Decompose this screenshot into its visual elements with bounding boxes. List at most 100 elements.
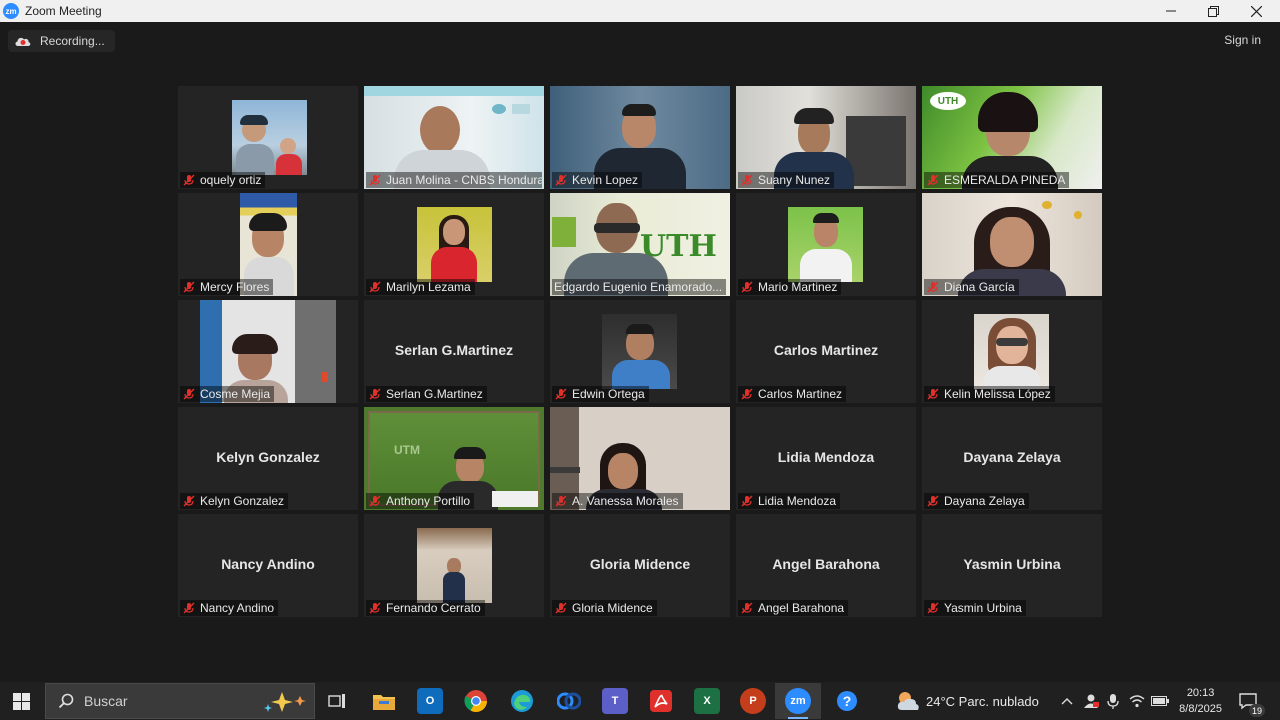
board-logo: UTM — [394, 443, 420, 457]
participant-tile[interactable]: Kelin Melissa López — [922, 300, 1102, 403]
hair — [626, 324, 654, 334]
participant-tile[interactable]: Serlan G.Martinez Serlan G.Martinez — [364, 300, 544, 403]
sign-in-link[interactable]: Sign in — [1224, 33, 1261, 47]
shirt — [612, 360, 670, 389]
participant-tile[interactable]: Angel Barahona Angel Barahona — [736, 514, 916, 617]
participant-tile[interactable]: Dayana Zelaya Dayana Zelaya — [922, 407, 1102, 510]
windows-start-icon[interactable] — [13, 693, 30, 710]
restore-button[interactable] — [1191, 0, 1235, 22]
participant-tile[interactable]: Edwin Ortega — [550, 300, 730, 403]
muted-mic-icon — [555, 388, 567, 400]
muted-mic-icon — [927, 281, 939, 293]
participant-tile[interactable]: Carlos Martinez Carlos Martinez — [736, 300, 916, 403]
muted-mic-icon — [369, 495, 381, 507]
participant-name: Nancy Andino — [200, 601, 275, 615]
participant-tile[interactable]: A. Vanessa Morales — [550, 407, 730, 510]
child-shirt — [276, 154, 302, 175]
glasses — [594, 223, 640, 233]
network-tray[interactable] — [1129, 682, 1145, 720]
participant-tile[interactable]: Yasmin Urbina Yasmin Urbina — [922, 514, 1102, 617]
participant-tile[interactable]: oquely ortiz — [178, 86, 358, 189]
edge-icon[interactable] — [509, 688, 535, 714]
participant-name: Diana García — [944, 280, 1015, 294]
participant-tile[interactable]: Diana García — [922, 193, 1102, 296]
weather-text: 24°C Parc. nublado — [926, 693, 1039, 709]
candle — [322, 372, 328, 382]
participant-tile[interactable]: Gloria Midence Gloria Midence — [550, 514, 730, 617]
participant-tile[interactable]: Marilyn Lezama — [364, 193, 544, 296]
chrome-icon[interactable] — [463, 688, 489, 714]
participant-video — [417, 528, 492, 603]
participant-name-label: Fernando Cerrato — [366, 600, 485, 616]
child-face — [280, 138, 296, 154]
participant-name-label: Edgardo Eugenio Enamorado... — [552, 279, 727, 295]
cloud-record-icon — [15, 37, 31, 46]
participant-tile[interactable]: Fernando Cerrato — [364, 514, 544, 617]
hair — [454, 447, 486, 459]
participant-display-name: Carlos Martinez — [773, 342, 879, 358]
muted-mic-icon — [183, 281, 195, 293]
wifi-icon — [1129, 695, 1145, 708]
participant-tile[interactable]: Lidia Mendoza Lidia Mendoza — [736, 407, 916, 510]
participant-display-name: Yasmin Urbina — [963, 556, 1061, 572]
webex-icon[interactable] — [556, 688, 582, 714]
clock-time: 20:13 — [1186, 687, 1215, 699]
muted-mic-icon — [555, 495, 567, 507]
minimize-button[interactable] — [1149, 0, 1193, 22]
file-explorer-icon[interactable] — [371, 688, 397, 714]
microphone-icon — [1107, 694, 1119, 709]
muted-mic-icon — [927, 388, 939, 400]
participant-tile[interactable]: Mario Martinez — [736, 193, 916, 296]
notification-center[interactable]: 19 — [1238, 682, 1265, 720]
participant-display-name: Kelyn Gonzalez — [216, 449, 320, 465]
weather-widget[interactable]: 24°C Parc. nublado — [896, 682, 1039, 720]
participant-tile[interactable]: Kevin Lopez — [550, 86, 730, 189]
participant-display-name: Gloria Midence — [589, 556, 691, 572]
acrobat-icon[interactable] — [648, 688, 674, 714]
active-speaker-tile[interactable]: UTH Edgardo Eugenio Enamorado... — [550, 193, 730, 296]
participant-tile[interactable]: Mercy Flores — [178, 193, 358, 296]
microphone-tray[interactable] — [1107, 682, 1119, 720]
participant-name: Dayana Zelaya — [944, 494, 1025, 508]
participant-name-label: Mercy Flores — [180, 279, 274, 295]
banner-stripe — [364, 86, 544, 96]
active-app-indicator — [788, 717, 808, 719]
zoom-taskbar-icon[interactable]: zm — [785, 688, 811, 714]
face — [443, 219, 465, 245]
taskbar-search[interactable]: Buscar — [45, 683, 315, 719]
show-hidden-icons[interactable] — [1061, 682, 1073, 720]
participant-name: Edwin Ortega — [572, 387, 645, 401]
powerpoint-icon[interactable]: P — [740, 688, 766, 714]
dress — [431, 247, 477, 282]
participant-tile[interactable]: Cosme Mejia — [178, 300, 358, 403]
participant-name: Angel Barahona — [758, 601, 845, 615]
people-tray-icon — [1084, 694, 1099, 708]
system-clock[interactable]: 20:13 8/8/2025 — [1179, 685, 1222, 717]
shirt — [800, 249, 852, 282]
participant-name: Mercy Flores — [200, 280, 270, 294]
participant-name-label: Anthony Portillo — [366, 493, 475, 509]
participant-tile[interactable]: Kelyn Gonzalez Kelyn Gonzalez — [178, 407, 358, 510]
participant-tile[interactable]: UTM Anthony Portillo — [364, 407, 544, 510]
participant-video — [417, 207, 492, 282]
participant-tile[interactable]: Nancy Andino Nancy Andino — [178, 514, 358, 617]
muted-mic-icon — [927, 174, 939, 186]
excel-icon[interactable]: X — [694, 688, 720, 714]
window-title: Zoom Meeting — [25, 4, 102, 18]
muted-mic-icon — [555, 602, 567, 614]
participant-video — [232, 100, 307, 175]
task-view-icon[interactable] — [324, 688, 350, 714]
participant-name-label: Nancy Andino — [180, 600, 279, 616]
teams-icon[interactable]: T — [602, 688, 628, 714]
close-button[interactable] — [1234, 0, 1278, 22]
help-icon[interactable]: ? — [834, 688, 860, 714]
participant-tile[interactable]: Juan Molina - CNBS Honduras — [364, 86, 544, 189]
muted-mic-icon — [183, 495, 195, 507]
recording-indicator[interactable]: Recording... — [8, 30, 115, 52]
participant-tile[interactable]: UTH ESMERALDA PINEDA — [922, 86, 1102, 189]
participant-name-label: Lidia Mendoza — [738, 493, 841, 509]
meet-now-tray[interactable] — [1082, 682, 1100, 720]
participant-tile[interactable]: Suany Nunez — [736, 86, 916, 189]
battery-tray[interactable] — [1151, 682, 1169, 720]
outlook-icon[interactable]: O — [417, 688, 443, 714]
